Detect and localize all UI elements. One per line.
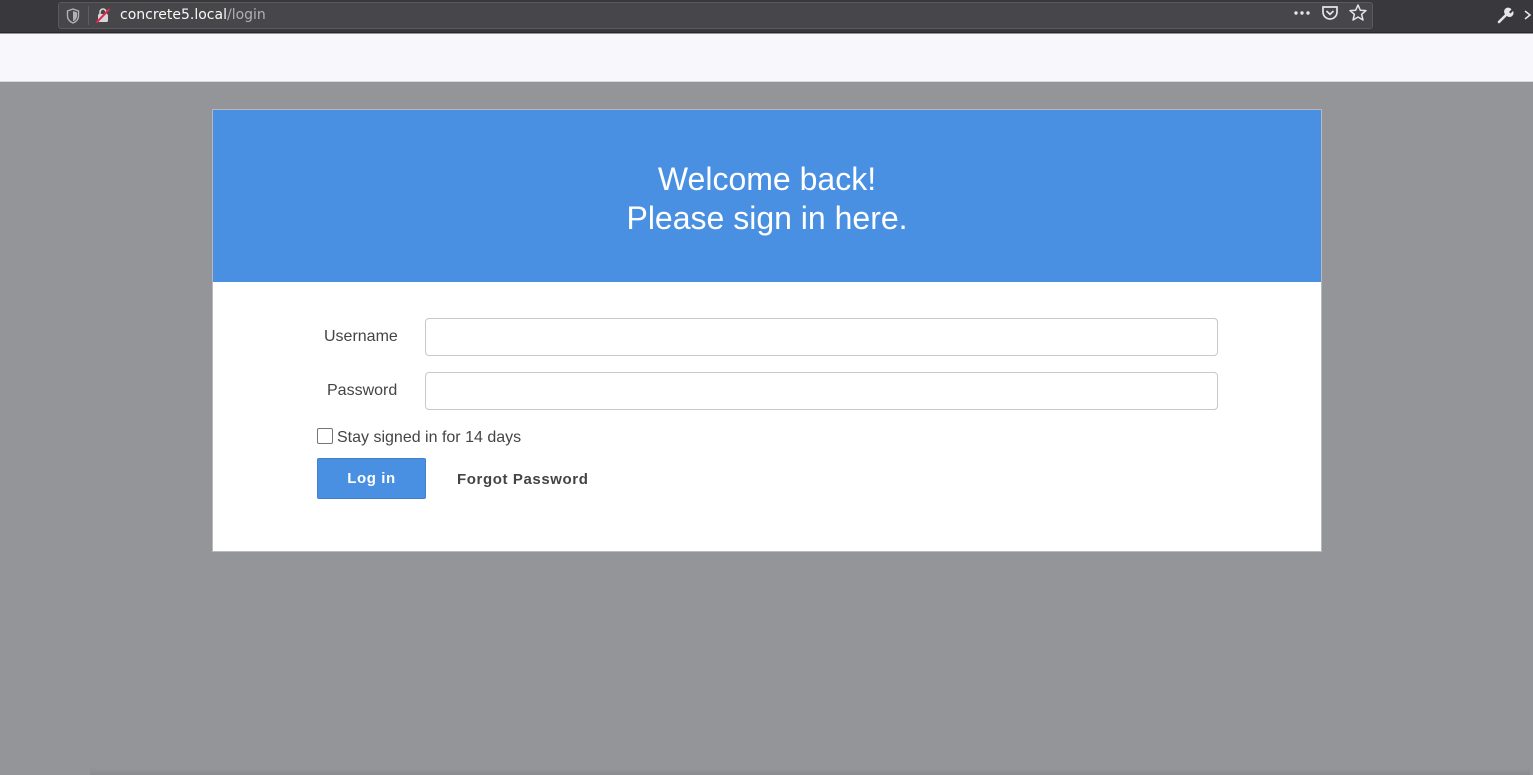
password-input[interactable] [425,372,1218,410]
star-icon[interactable] [1348,3,1368,23]
url-separator [88,6,89,25]
url-text[interactable]: concrete5.local/login [120,7,266,23]
remember-checkbox[interactable] [317,428,333,444]
url-path: /login [226,7,266,23]
shield-icon[interactable] [66,8,80,24]
wrench-icon[interactable] [1497,6,1515,24]
login-button[interactable]: Log in [317,458,426,499]
site-top-bar [0,34,1533,82]
browser-toolbar: concrete5.local/login [0,0,1533,33]
url-host: concrete5.local [120,7,227,23]
more-dots-icon[interactable] [1292,3,1312,23]
password-label: Password [327,382,398,399]
login-heading-line2: Please sign in here. [626,200,908,236]
insecure-lock-icon[interactable] [95,7,111,24]
url-bar[interactable]: concrete5.local/login [58,2,1373,29]
overflow-icon[interactable] [1523,6,1533,24]
pocket-icon[interactable] [1320,3,1340,23]
login-heading-line1: Welcome back! [657,161,877,197]
login-header: Welcome back! Please sign in here. [213,110,1321,282]
login-card: Welcome back! Please sign in here. Usern… [212,109,1322,552]
username-input[interactable] [425,318,1218,356]
page-bottom-edge [90,768,1530,775]
remember-label[interactable]: Stay signed in for 14 days [337,429,521,447]
username-label: Username [324,328,398,345]
forgot-password-link[interactable]: Forgot Password [457,471,589,488]
